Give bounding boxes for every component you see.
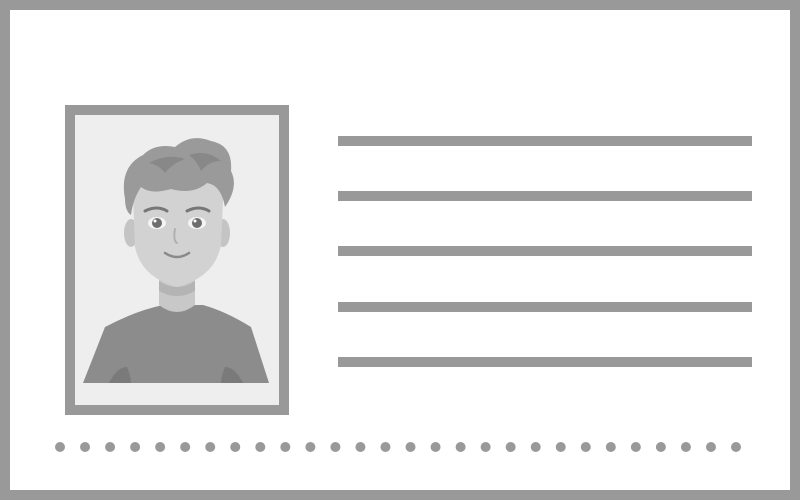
text-line-placeholder (338, 191, 752, 201)
text-line-placeholder (338, 357, 752, 367)
text-line-placeholder (338, 302, 752, 312)
text-line-placeholder (338, 136, 752, 146)
id-card (0, 0, 800, 500)
photo-frame (65, 105, 289, 415)
person-portrait-icon (83, 138, 269, 383)
text-line-placeholder (338, 246, 752, 256)
